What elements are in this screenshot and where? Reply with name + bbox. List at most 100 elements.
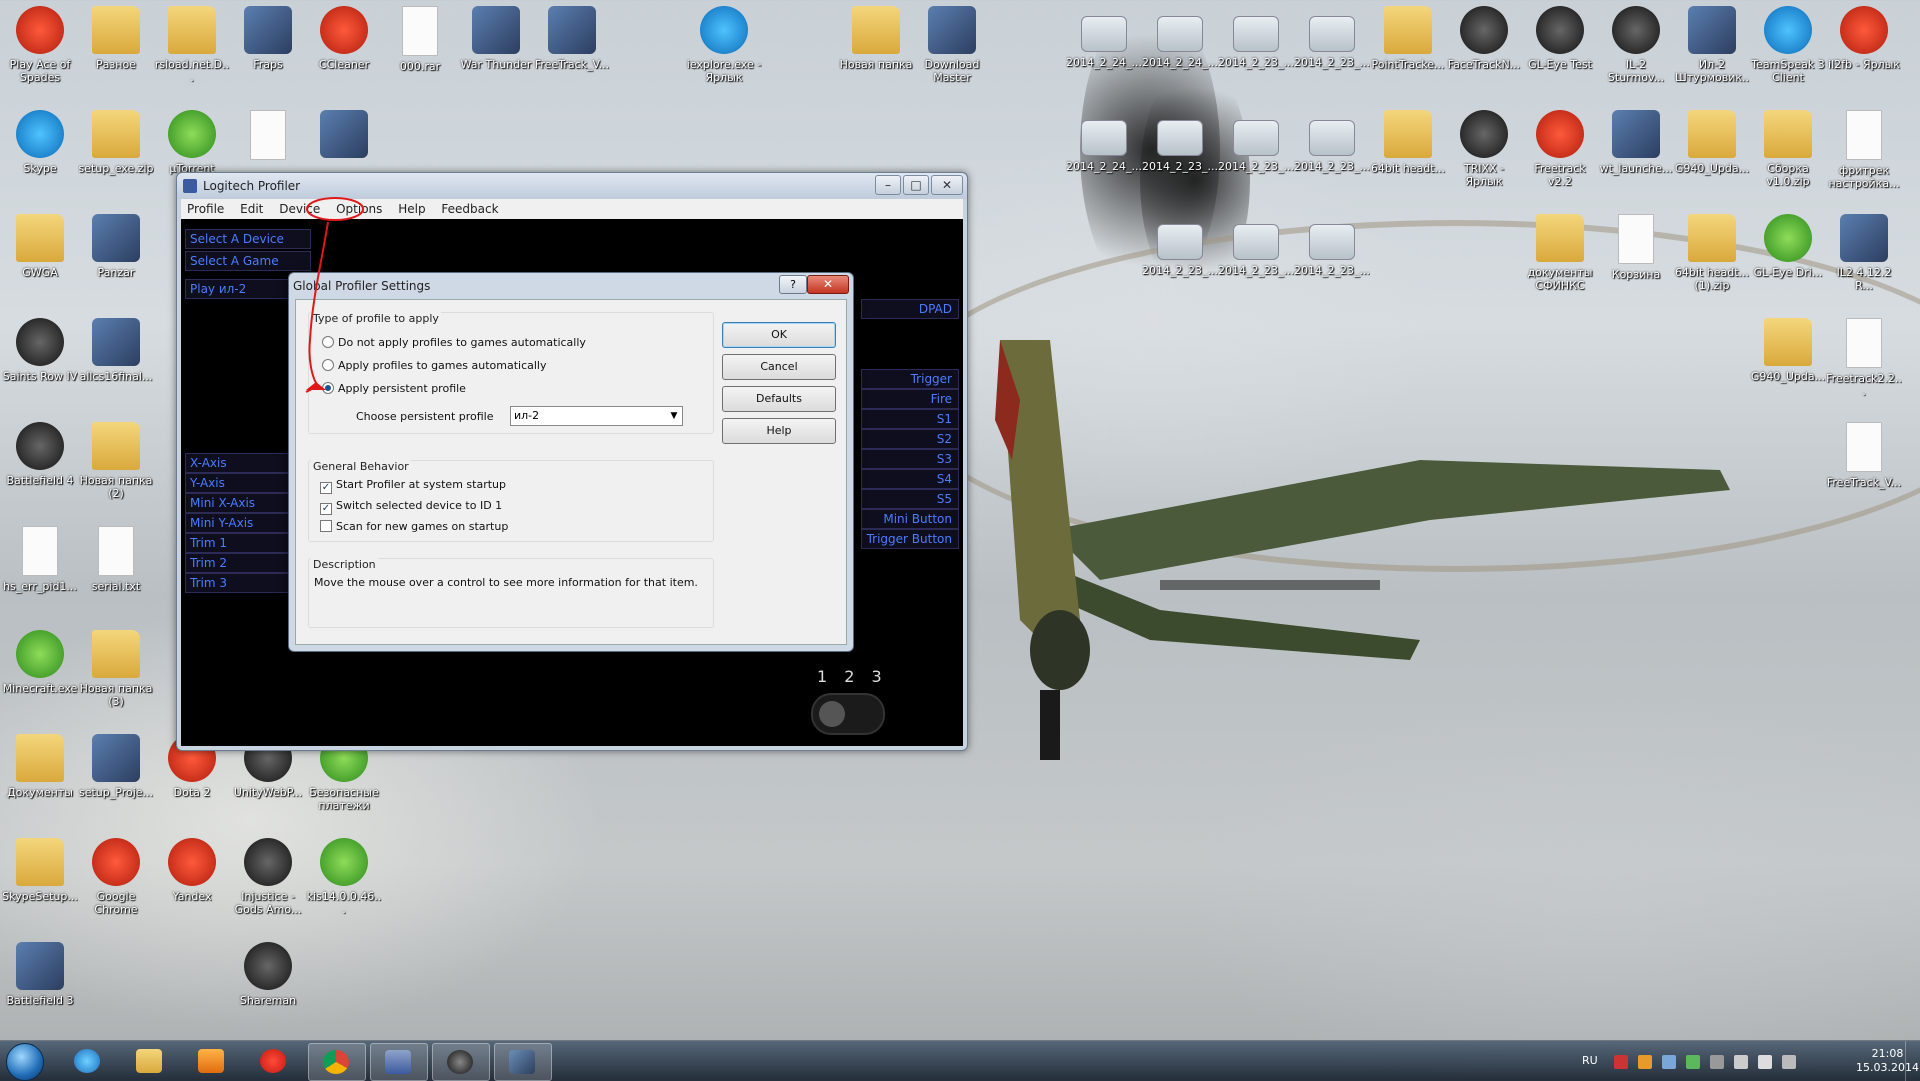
help-button[interactable]: Help bbox=[722, 418, 836, 444]
desktop-icon[interactable]: TRIXX - Ярлык bbox=[1446, 110, 1522, 188]
tray-utorrent-icon[interactable] bbox=[1686, 1055, 1700, 1069]
desktop-icon[interactable]: 2014_2_24_... bbox=[1066, 6, 1142, 82]
desktop-icon[interactable]: Battlefield 4 bbox=[2, 422, 78, 500]
desktop-icon[interactable]: setup_Proje... bbox=[78, 734, 154, 812]
axis-x[interactable]: X-Axis bbox=[185, 453, 291, 473]
desktop-icon[interactable]: 2014_2_23_... bbox=[1218, 214, 1294, 290]
taskbar-yandex[interactable] bbox=[246, 1043, 302, 1079]
close-button[interactable]: ✕ bbox=[931, 175, 963, 195]
desktop-icon[interactable]: Документы bbox=[2, 734, 78, 812]
desktop-icon[interactable]: GWGA bbox=[2, 214, 78, 292]
control-mini-button[interactable]: Mini Button bbox=[861, 509, 959, 529]
control-trigger-button[interactable]: Trigger Button bbox=[861, 529, 959, 549]
desktop-icon[interactable]: Skype bbox=[2, 110, 78, 188]
desktop-icon[interactable]: setup_exe.zip bbox=[78, 110, 154, 188]
desktop-icon[interactable]: rsload.net.D... bbox=[154, 6, 230, 84]
axis-trim-1[interactable]: Trim 1 bbox=[185, 533, 291, 553]
axis-trim-2[interactable]: Trim 2 bbox=[185, 553, 291, 573]
control-s1[interactable]: S1 bbox=[861, 409, 959, 429]
control-s3[interactable]: S3 bbox=[861, 449, 959, 469]
checkbox-unchecked[interactable] bbox=[320, 520, 332, 532]
desktop-icon[interactable]: serial.txt bbox=[78, 526, 154, 606]
desktop-icon[interactable]: 2014_2_23_... bbox=[1218, 6, 1294, 82]
control-trigger[interactable]: Trigger bbox=[861, 369, 959, 389]
menu-options[interactable]: Options bbox=[330, 199, 388, 219]
axis-mini-y[interactable]: Mini Y-Axis bbox=[185, 513, 291, 533]
desktop-icon[interactable]: FreeTrack_V... bbox=[534, 6, 610, 84]
desktop-icon[interactable]: 2014_2_23_... bbox=[1294, 6, 1370, 82]
desktop-icon[interactable]: wt_launche... bbox=[1598, 110, 1674, 188]
start-button-icon[interactable] bbox=[6, 1043, 44, 1081]
desktop-icon[interactable]: CCleaner bbox=[306, 6, 382, 84]
desktop-icon[interactable]: FreeTrack_V... bbox=[1826, 422, 1902, 502]
desktop-icon[interactable]: allcs16final... bbox=[78, 318, 154, 396]
menu-profile[interactable]: Profile bbox=[181, 199, 230, 219]
ok-button[interactable]: OK bbox=[722, 322, 836, 348]
desktop-icon[interactable]: Shareman bbox=[230, 942, 306, 1020]
taskbar-shareman[interactable] bbox=[432, 1043, 490, 1081]
radio-indicator[interactable] bbox=[322, 359, 334, 371]
tray-flag-icon[interactable] bbox=[1758, 1055, 1772, 1069]
control-s4[interactable]: S4 bbox=[861, 469, 959, 489]
checkbox-scan-new-games[interactable]: Scan for new games on startup bbox=[320, 520, 508, 533]
control-s5[interactable]: S5 bbox=[861, 489, 959, 509]
taskbar-media-player[interactable] bbox=[184, 1043, 240, 1079]
desktop-icon[interactable]: G940_Upda... bbox=[1750, 318, 1826, 396]
desktop-icon[interactable]: GL-Eye Dri... bbox=[1750, 214, 1826, 292]
desktop-icon[interactable]: Новая папка bbox=[838, 6, 914, 84]
desktop-icon[interactable]: G940_Upda... bbox=[1674, 110, 1750, 188]
radio-no-auto-profiles[interactable]: Do not apply profiles to games automatic… bbox=[322, 336, 586, 349]
taskbar-il2[interactable] bbox=[494, 1043, 552, 1081]
select-device-link[interactable]: Select A Device bbox=[185, 229, 311, 249]
tray-app-icon[interactable] bbox=[1638, 1055, 1652, 1069]
desktop-icon[interactable]: фритрек настройка... bbox=[1826, 110, 1902, 190]
desktop-icon[interactable]: War Thunder bbox=[458, 6, 534, 84]
desktop-icon[interactable]: Battlefield 3 bbox=[2, 942, 78, 1020]
desktop-icon[interactable]: PointTracke... bbox=[1370, 6, 1446, 84]
menu-device[interactable]: Device bbox=[273, 199, 326, 219]
control-fire[interactable]: Fire bbox=[861, 389, 959, 409]
desktop-icon[interactable]: 2014_2_23_... bbox=[1218, 110, 1294, 186]
chevron-down-icon[interactable]: ▼ bbox=[666, 407, 682, 425]
taskbar-internet-explorer[interactable] bbox=[60, 1043, 116, 1079]
checkbox-checked[interactable]: ✓ bbox=[320, 482, 332, 494]
desktop-icon[interactable]: 2014_2_23_... bbox=[1142, 214, 1218, 290]
select-game-link[interactable]: Select A Game bbox=[185, 251, 311, 271]
desktop-icon[interactable]: Fraps bbox=[230, 6, 306, 84]
desktop-icon[interactable]: Новая папка (2) bbox=[78, 422, 154, 500]
radio-indicator-selected[interactable] bbox=[322, 382, 334, 394]
desktop-icon[interactable]: kis14.0.0.46... bbox=[306, 838, 382, 916]
tray-volume-icon[interactable] bbox=[1734, 1055, 1748, 1069]
taskbar-logitech-profiler[interactable] bbox=[370, 1043, 428, 1081]
checkbox-checked[interactable]: ✓ bbox=[320, 503, 332, 515]
desktop-icon[interactable]: 2014_2_24_... bbox=[1142, 6, 1218, 82]
desktop-icon[interactable]: Freetrack v2.2 bbox=[1522, 110, 1598, 188]
tray-speaker-icon[interactable] bbox=[1710, 1055, 1724, 1069]
desktop-icon[interactable]: Google Chrome bbox=[78, 838, 154, 916]
taskbar-chrome[interactable] bbox=[308, 1043, 366, 1081]
desktop-icon[interactable]: Ил-2 Штурмовик... bbox=[1674, 6, 1750, 84]
desktop-icon[interactable]: Yandex bbox=[154, 838, 230, 916]
desktop-icon[interactable]: Play Ace of Spades bbox=[2, 6, 78, 84]
desktop-icon[interactable]: Freetrack2.2... bbox=[1826, 318, 1902, 398]
dialog-help-icon-button[interactable]: ? bbox=[779, 275, 807, 294]
radio-persistent-profile[interactable]: Apply persistent profile bbox=[322, 382, 466, 395]
desktop-icon[interactable]: GL-Eye Test bbox=[1522, 6, 1598, 84]
axis-y[interactable]: Y-Axis bbox=[185, 473, 291, 493]
desktop-icon[interactable]: Корзина bbox=[1598, 214, 1674, 294]
radio-auto-profiles[interactable]: Apply profiles to games automatically bbox=[322, 359, 547, 372]
desktop-icon[interactable]: 2014_2_23_... bbox=[1294, 110, 1370, 186]
play-profile-link[interactable]: Play ил-2 bbox=[185, 279, 291, 299]
desktop-icon[interactable]: TeamSpeak 3 Client bbox=[1750, 6, 1826, 84]
taskbar-explorer[interactable] bbox=[122, 1043, 178, 1079]
dialog-close-button[interactable]: ✕ bbox=[807, 275, 849, 294]
mode-switch[interactable] bbox=[811, 693, 885, 735]
menu-edit[interactable]: Edit bbox=[234, 199, 269, 219]
cancel-button[interactable]: Cancel bbox=[722, 354, 836, 380]
profiler-titlebar[interactable]: Logitech Profiler – □ ✕ bbox=[177, 173, 967, 199]
persistent-profile-select[interactable]: ил-2 ▼ bbox=[510, 406, 683, 426]
control-s2[interactable]: S2 bbox=[861, 429, 959, 449]
defaults-button[interactable]: Defaults bbox=[722, 386, 836, 412]
desktop-icon[interactable]: Injustice - Gods Amo... bbox=[230, 838, 306, 916]
checkbox-start-at-startup[interactable]: ✓ Start Profiler at system startup bbox=[320, 478, 506, 494]
